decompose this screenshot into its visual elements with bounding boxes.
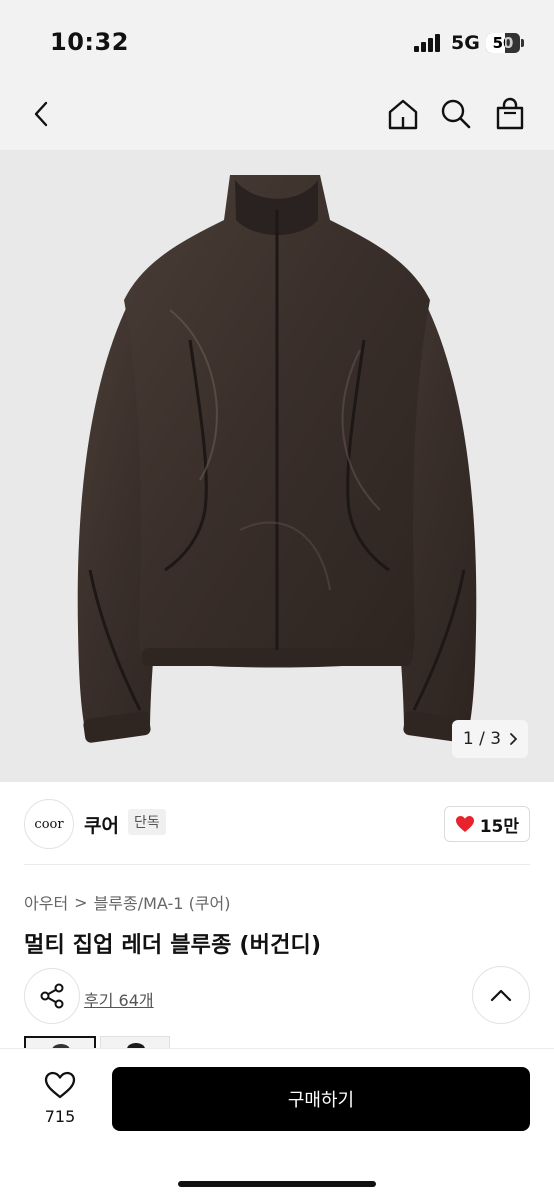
breadcrumb-separator: > (74, 892, 88, 912)
reviews-link[interactable]: 후기 64개 (84, 987, 154, 1011)
heart-filled-icon (455, 816, 474, 832)
search-icon (441, 99, 471, 129)
top-nav-bar (0, 80, 554, 150)
chevron-right-icon (510, 733, 518, 745)
breadcrumb: 아우터 > 블루종/MA-1 (쿠어) (24, 890, 231, 914)
signal-icon (414, 34, 442, 52)
brand-row: coor 쿠어 단독 15만 (24, 797, 530, 851)
search-button[interactable] (436, 94, 476, 134)
wishlist-count: 715 (44, 1107, 76, 1126)
product-title: 멀티 집업 레더 블루종 (버건디) (24, 933, 322, 958)
back-button[interactable] (22, 94, 62, 134)
home-indicator (178, 1181, 376, 1187)
brand-like-button[interactable]: 15만 (443, 806, 530, 842)
image-separator: / (479, 729, 485, 749)
home-button[interactable] (383, 94, 423, 134)
chevron-left-icon (34, 101, 48, 127)
divider (24, 864, 530, 865)
breadcrumb-subcategory[interactable]: 블루종/MA-1 (쿠어) (94, 890, 231, 914)
image-total: 3 (490, 729, 502, 749)
image-current: 1 (462, 729, 474, 749)
home-icon (388, 99, 418, 130)
heart-outline-icon (44, 1071, 76, 1099)
share-icon (40, 983, 64, 1009)
status-bar: 10:32 5G 50 (0, 0, 554, 80)
battery-icon: 50 (486, 33, 520, 53)
chevron-up-icon (490, 989, 512, 1002)
wishlist-button[interactable]: 715 (38, 1071, 82, 1126)
brand-like-count: 15만 (479, 816, 519, 837)
brand-name[interactable]: 쿠어 (84, 811, 119, 838)
scroll-top-button[interactable] (472, 966, 530, 1024)
battery-tip (521, 39, 524, 47)
status-time: 10:32 (50, 28, 129, 56)
bottom-action-bar: 715 구매하기 (0, 1048, 554, 1201)
shopping-bag-icon (496, 97, 524, 130)
breadcrumb-category[interactable]: 아우터 (24, 890, 68, 914)
product-image-carousel[interactable]: 1 / 3 (0, 150, 554, 782)
product-image (77, 175, 477, 743)
battery-level: 50 (492, 34, 514, 52)
exclusive-badge: 단독 (128, 809, 166, 835)
cart-button[interactable] (490, 94, 530, 134)
brand-logo[interactable]: coor (24, 799, 74, 849)
buy-button[interactable]: 구매하기 (112, 1067, 530, 1131)
image-counter[interactable]: 1 / 3 (452, 720, 528, 758)
share-button[interactable] (24, 968, 80, 1024)
network-type: 5G (451, 32, 480, 54)
